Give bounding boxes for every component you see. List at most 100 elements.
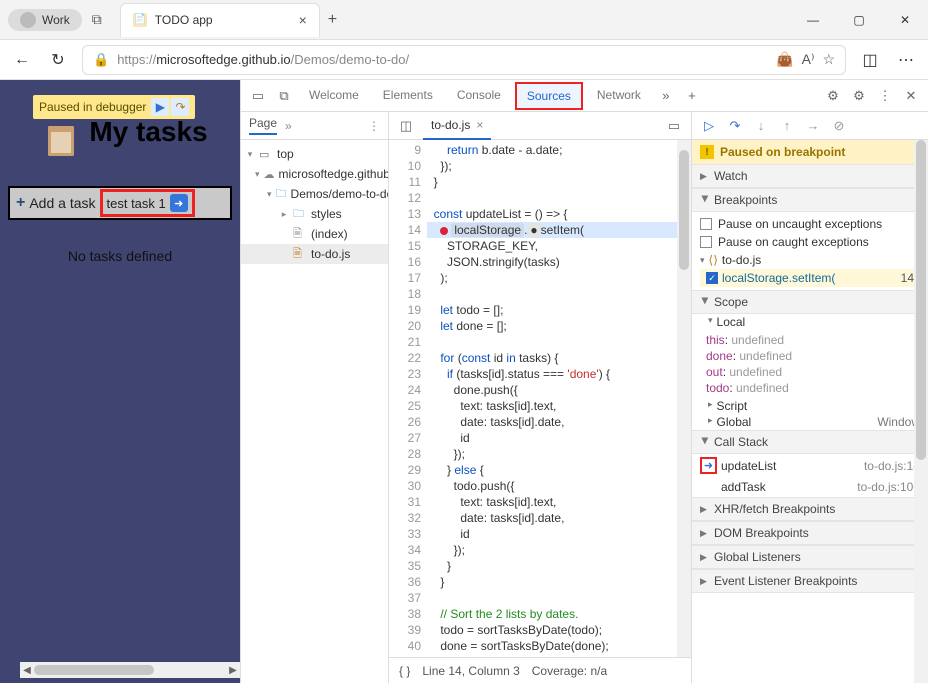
resume-overlay-button[interactable]: ▶ [151,98,169,116]
scope-local[interactable]: ▾Local [692,314,928,330]
callstack-frame[interactable]: ➜updateListto-do.js:14 [692,454,928,477]
scope-var[interactable]: todo: undefined [706,380,928,396]
pause-uncaught-checkbox[interactable]: Pause on uncaught exceptions [700,215,920,233]
shopping-icon[interactable]: 👜 [776,51,793,68]
tab-welcome[interactable]: Welcome [299,80,369,112]
more-tabs-icon[interactable]: » [655,88,677,103]
window-controls: — ▢ ✕ [790,0,928,40]
page-scrollbar-h[interactable]: ◀ ▶ [20,662,240,678]
devtools: ▭ ⧉ Welcome Elements Console Sources Net… [240,80,928,683]
split-screen-icon[interactable]: ◫ [858,50,882,70]
section-dom[interactable]: ▶DOM Breakpoints [692,521,928,545]
navigator-header: Page » ⋮ [241,112,388,140]
tab-network[interactable]: Network [587,80,651,112]
close-window-button[interactable]: ✕ [882,0,928,40]
tree-top[interactable]: ▾▭top [241,144,388,164]
plus-icon: + [16,194,25,212]
favorite-icon[interactable]: ☆ [822,51,835,68]
empty-state: No tasks defined [0,248,240,264]
navigator-page-tab[interactable]: Page [249,116,277,135]
bp-enabled-checkbox[interactable]: ✓ [706,272,718,284]
task-input[interactable]: test task 1 [107,196,166,211]
profile-button[interactable]: Work [8,9,82,31]
navigator-menu-icon[interactable]: ⋮ [368,119,380,133]
file-tree: ▾▭top ▾☁microsoftedge.github.io ▾🗀Demos/… [241,140,388,268]
back-button[interactable]: ← [10,51,34,69]
close-icon[interactable]: × [299,12,307,28]
more-icon[interactable]: ⋯ [894,50,918,70]
pretty-print-icon[interactable]: { } [399,664,410,678]
editor-more-icon[interactable]: ▭ [663,118,685,134]
maximize-button[interactable]: ▢ [836,0,882,40]
deactivate-bp-button[interactable]: ⊘ [830,118,848,134]
inspect-icon[interactable]: ▭ [247,88,269,104]
collections-icon[interactable]: ⧉ [92,11,102,28]
submit-task-button[interactable]: ➜ [170,194,188,212]
section-callstack[interactable]: ▶Call Stack [692,430,928,454]
editor-scrollbar[interactable] [677,140,691,657]
scroll-right-icon[interactable]: ▶ [226,665,240,676]
profile-icon [20,12,36,28]
paused-message: ! Paused on breakpoint [692,140,928,164]
tab-sources[interactable]: Sources [515,82,583,110]
pause-caught-checkbox[interactable]: Pause on caught exceptions [700,233,920,251]
step-over-button[interactable]: ↷ [726,118,744,134]
section-event-listeners[interactable]: ▶Event Listener Breakpoints [692,569,928,593]
lock-icon[interactable]: 🔒 [93,52,109,68]
devtools-more-icon[interactable]: ⋮ [874,88,896,104]
new-tab-button[interactable]: + [328,11,337,29]
close-icon[interactable]: × [476,118,483,132]
devtools-close-icon[interactable]: ✕ [900,88,922,104]
warning-icon: ! [700,145,714,159]
tab-console[interactable]: Console [447,80,511,112]
add-task-form: + Add a task test task 1 ➜ [8,186,232,220]
scope-var[interactable]: this: undefined [706,332,928,348]
code-editor[interactable]: 9101112131415161718192021222324252627282… [389,140,691,657]
section-scope[interactable]: ▶Scope [692,290,928,314]
step-out-button[interactable]: ↑ [778,118,796,133]
step-into-button[interactable]: ↓ [752,118,770,133]
debugger-controls: ▷ ↷ ↓ ↑ → ⊘ [692,112,928,140]
device-icon[interactable]: ⧉ [273,88,295,104]
editor-tab-todo[interactable]: to-do.js × [423,112,491,140]
minimize-button[interactable]: — [790,0,836,40]
scope-global[interactable]: ▸GlobalWindow [692,414,928,430]
refresh-button[interactable]: ↻ [46,50,70,70]
section-global-listeners[interactable]: ▶Global Listeners [692,545,928,569]
add-tab-icon[interactable]: + [681,88,703,103]
profile-label: Work [42,13,70,27]
editor-tab-label: to-do.js [431,118,470,132]
resume-button[interactable]: ▷ [700,118,718,134]
scroll-thumb[interactable] [34,665,154,675]
add-task-label: Add a task [29,195,95,211]
read-aloud-icon[interactable]: A⁾ [802,51,815,68]
step-button[interactable]: → [804,118,822,133]
section-breakpoints[interactable]: ▶Breakpoints [692,188,928,212]
browser-tab[interactable]: 📄 TODO app × [120,3,320,37]
scope-var[interactable]: done: undefined [706,348,928,364]
settings-icon[interactable]: ⚙ [848,88,870,104]
navigator-more-icon[interactable]: » [285,119,292,133]
issues-icon[interactable]: ⚙ [822,88,844,104]
scope-script[interactable]: ▸Script [692,398,928,414]
address-bar[interactable]: 🔒 https://microsoftedge.github.io/Demos/… [82,45,846,75]
step-overlay-button[interactable]: ↷ [171,98,189,116]
scroll-left-icon[interactable]: ◀ [20,665,34,676]
tree-folder[interactable]: ▾🗀Demos/demo-to-do [241,184,388,204]
bp-entry[interactable]: ✓ localStorage.setItem( 14 [700,269,920,287]
editor-nav-icon[interactable]: ◫ [395,118,417,134]
scope-var[interactable]: out: undefined [706,364,928,380]
callstack-frame[interactable]: addTaskto-do.js:100 [692,477,928,497]
tab-elements[interactable]: Elements [373,80,443,112]
tree-index[interactable]: 🗎(index) [241,224,388,244]
tree-file-todo[interactable]: 🗎to-do.js [241,244,388,264]
devtools-toolbar: ▭ ⧉ Welcome Elements Console Sources Net… [241,80,928,112]
debugger-scrollbar[interactable] [914,140,928,683]
editor-tabbar: ◫ to-do.js × ▭ [389,112,691,140]
tree-styles[interactable]: ▸🗀styles [241,204,388,224]
section-xhr[interactable]: ▶XHR/fetch Breakpoints [692,497,928,521]
toolbar: ← ↻ 🔒 https://microsoftedge.github.io/De… [0,40,928,80]
section-watch[interactable]: ▶Watch [692,164,928,188]
tree-domain[interactable]: ▾☁microsoftedge.github.io [241,164,388,184]
bp-file-row[interactable]: ▾⟨⟩to-do.js [700,251,920,269]
